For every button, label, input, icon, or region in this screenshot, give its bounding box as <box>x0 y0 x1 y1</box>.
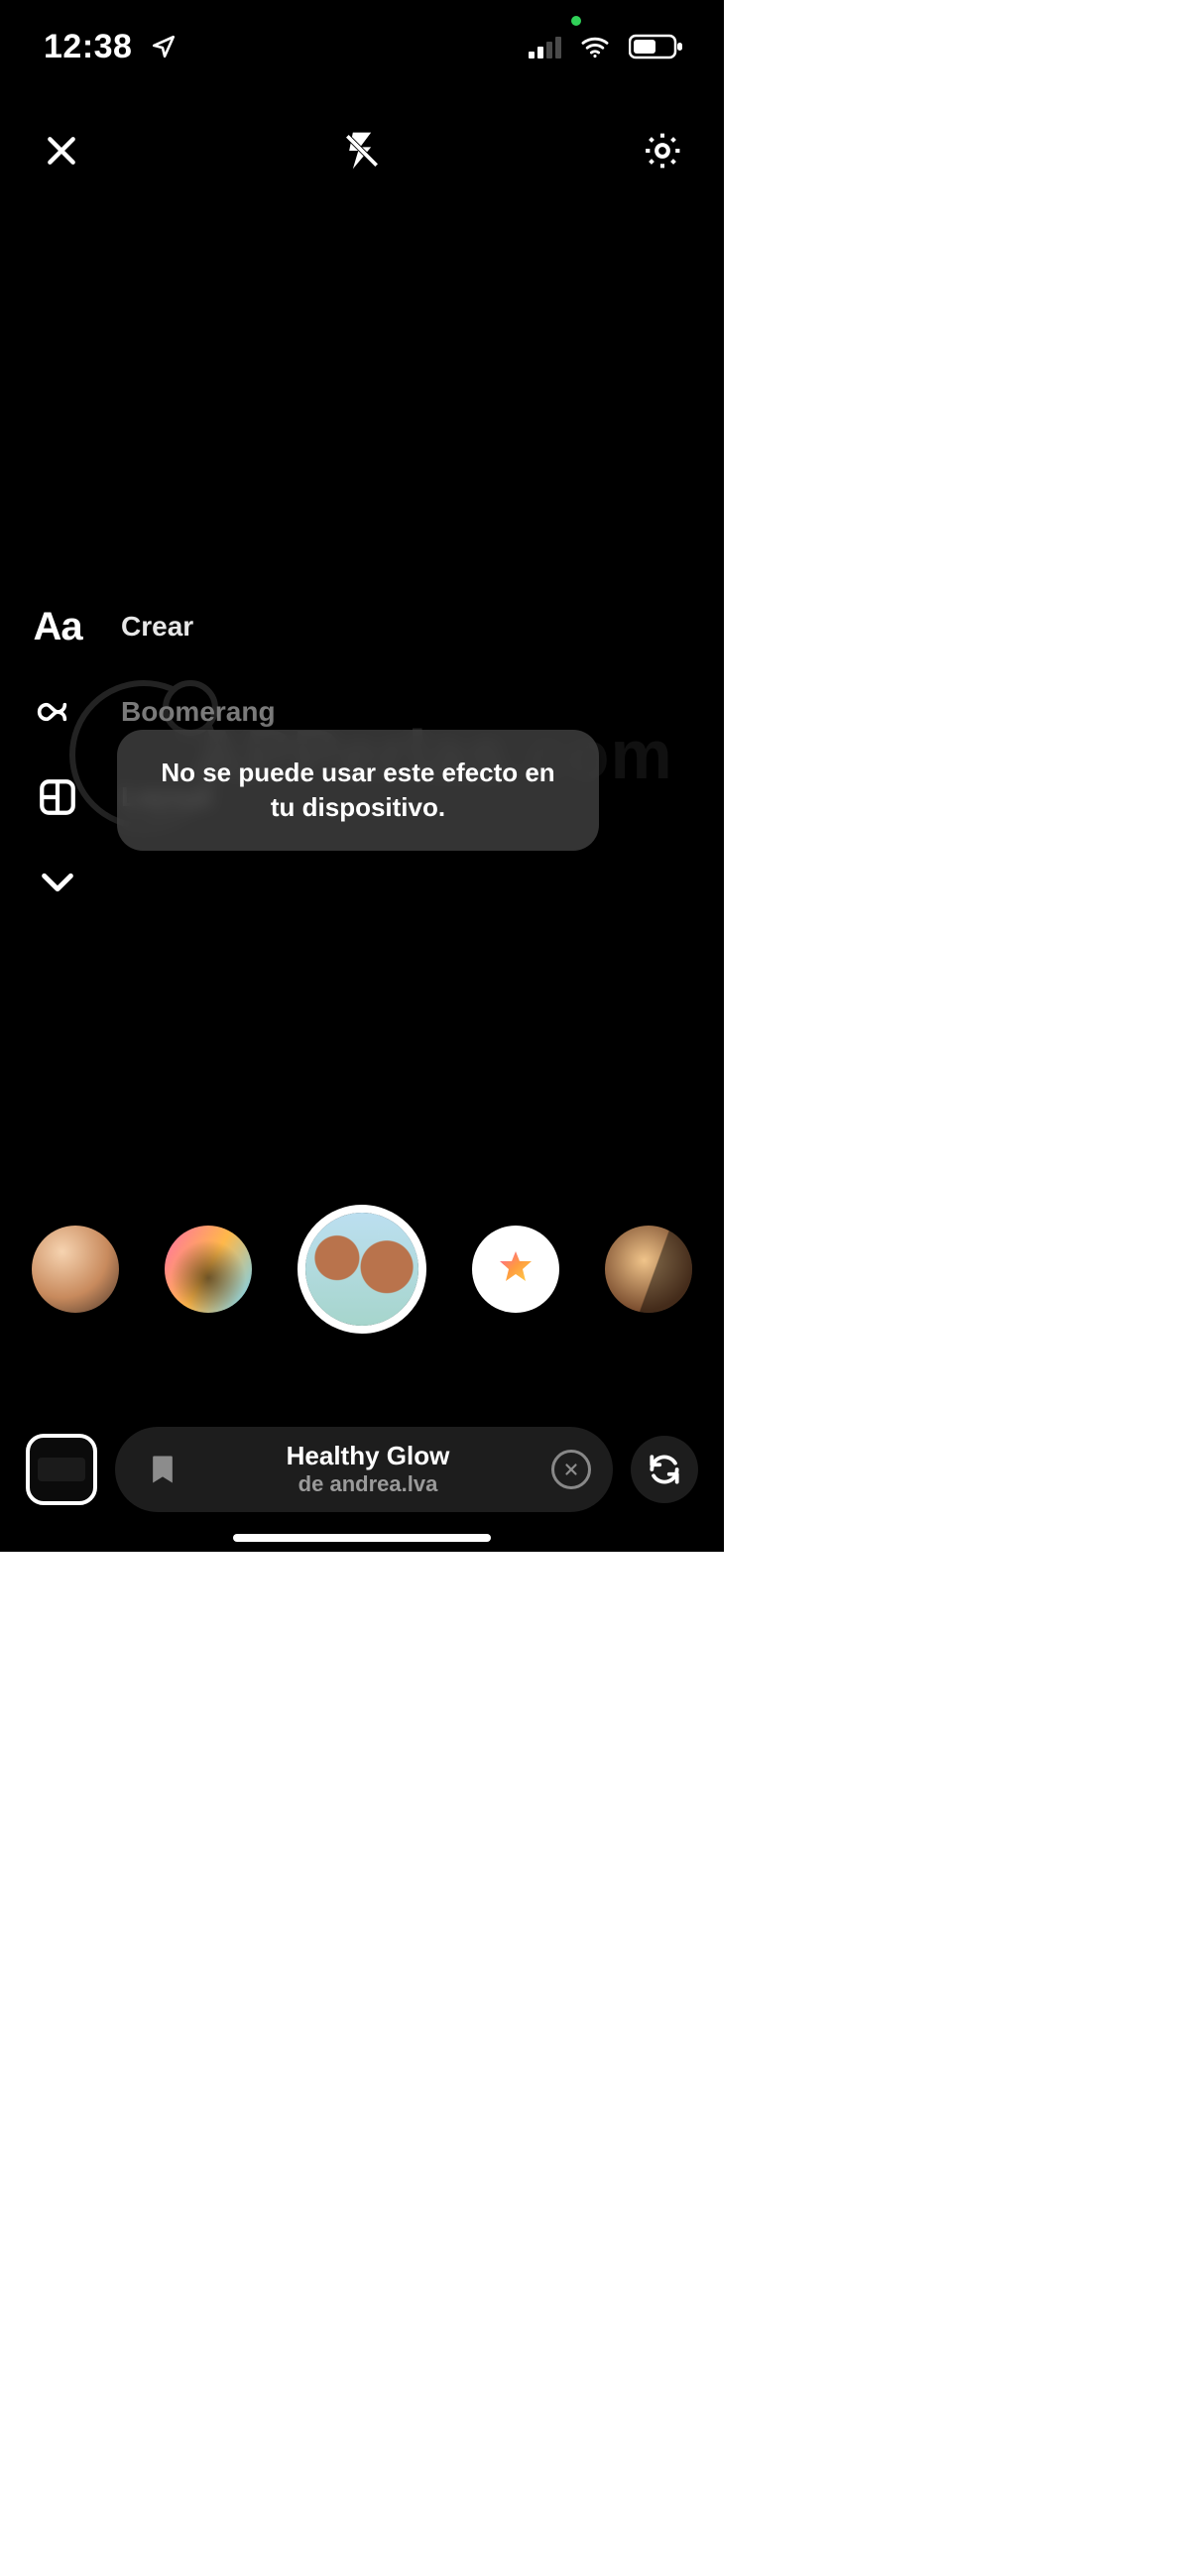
toast-message: No se puede usar este efecto en tu dispo… <box>161 758 554 822</box>
flash-off-icon[interactable] <box>340 129 384 173</box>
tool-boomerang[interactable]: Boomerang <box>36 690 276 734</box>
settings-icon[interactable] <box>641 129 684 173</box>
wifi-icon <box>573 25 617 68</box>
camera-header <box>0 119 724 182</box>
effect-error-toast: No se puede usar este efecto en tu dispo… <box>117 730 599 851</box>
remove-effect-icon[interactable] <box>551 1450 591 1489</box>
effect-thumb[interactable] <box>32 1226 119 1313</box>
tool-create-label: Crear <box>121 611 193 643</box>
effect-thumb[interactable] <box>605 1226 692 1313</box>
switch-camera-button[interactable] <box>631 1436 698 1503</box>
blank-area <box>0 1552 1190 2576</box>
battery-icon <box>629 25 684 68</box>
effect-thumb[interactable] <box>165 1226 252 1313</box>
effect-author: de andrea.lva <box>298 1471 438 1496</box>
status-time: 12:38 <box>44 28 132 66</box>
home-indicator[interactable] <box>233 1534 491 1542</box>
browse-effects-button[interactable] <box>472 1226 559 1313</box>
tool-boomerang-label: Boomerang <box>121 696 276 728</box>
shutter-button[interactable] <box>298 1205 426 1334</box>
tool-more[interactable] <box>36 861 276 904</box>
camera-bottom-bar: Healthy Glow de andrea.lva <box>0 1425 724 1514</box>
story-camera-screen: 12:38 APPerlas.com <box>0 0 724 1552</box>
location-icon <box>142 25 185 68</box>
close-icon[interactable] <box>40 129 83 173</box>
blank-area <box>724 0 1190 1552</box>
cellular-icon <box>529 35 561 59</box>
tool-create[interactable]: Aa Crear <box>36 605 276 648</box>
effect-carousel[interactable] <box>0 1195 724 1344</box>
status-bar: 12:38 <box>0 22 724 71</box>
effect-info-pill[interactable]: Healthy Glow de andrea.lva <box>115 1427 613 1512</box>
text-icon: Aa <box>36 605 79 648</box>
infinity-icon <box>36 690 79 734</box>
layout-icon <box>36 775 79 819</box>
effect-name: Healthy Glow <box>287 1442 450 1471</box>
chevron-down-icon <box>36 861 79 904</box>
gallery-button[interactable] <box>26 1434 97 1505</box>
bookmark-icon[interactable] <box>141 1448 184 1491</box>
